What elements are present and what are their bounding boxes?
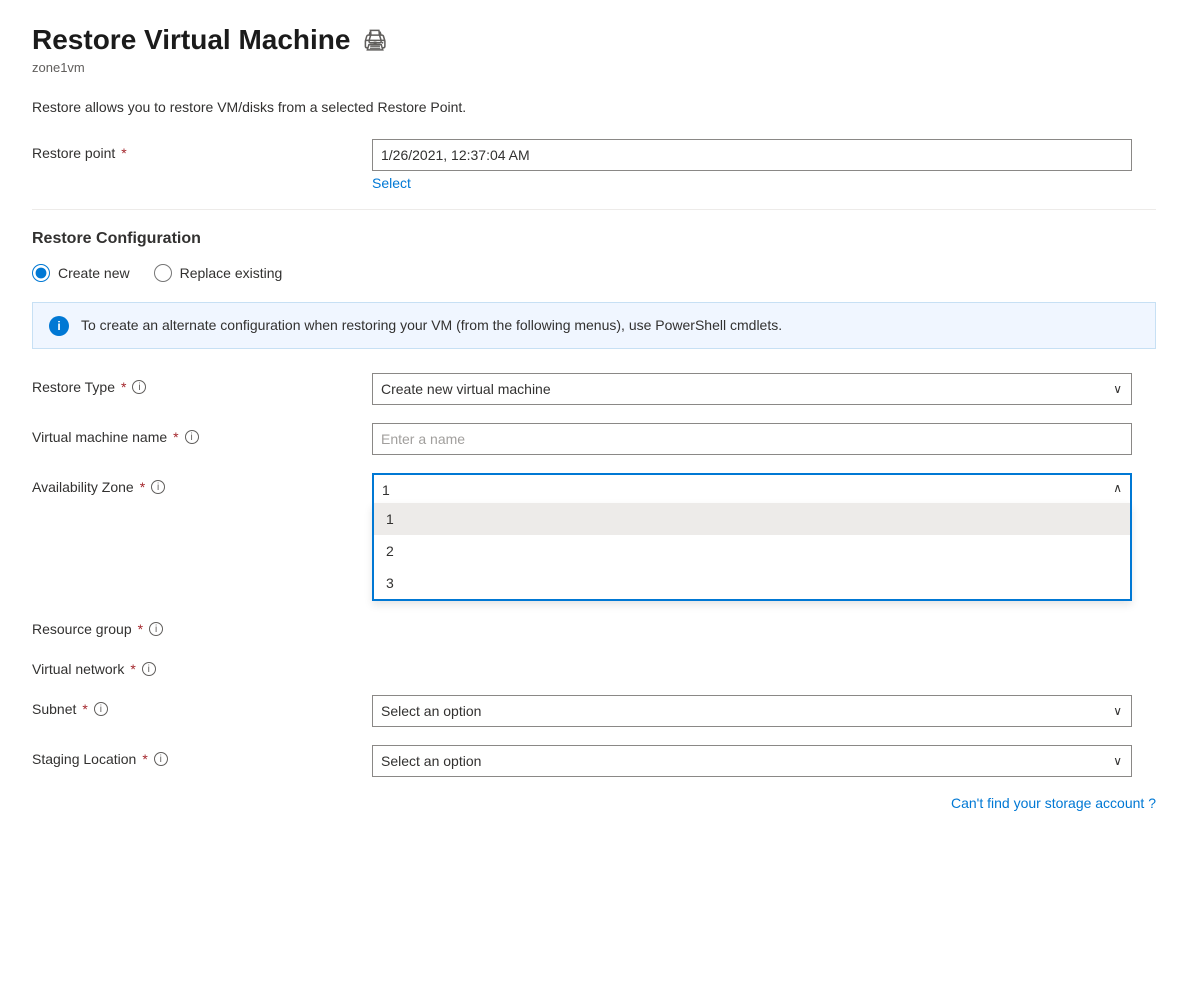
staging-location-info-icon[interactable]: i: [154, 752, 168, 766]
restore-type-select[interactable]: Create new virtual machine Restore disks: [372, 373, 1132, 405]
staging-location-required: *: [142, 751, 147, 767]
vm-name-input[interactable]: [372, 423, 1132, 455]
subnet-info-icon[interactable]: i: [94, 702, 108, 716]
page-description: Restore allows you to restore VM/disks f…: [32, 99, 1156, 115]
radio-replace-existing-input[interactable]: [154, 264, 172, 282]
vm-name-control: [372, 423, 1132, 455]
vm-name-required: *: [173, 429, 178, 445]
availability-zone-dropdown-menu: 1 2 3: [372, 503, 1132, 601]
restore-type-select-wrapper: Create new virtual machine Restore disks…: [372, 373, 1132, 405]
radio-replace-existing[interactable]: Replace existing: [154, 264, 283, 282]
availability-zone-option-2[interactable]: 2: [374, 535, 1130, 567]
subnet-control: Select an option ∨: [372, 695, 1132, 727]
availability-zone-required: *: [140, 479, 145, 495]
divider-1: [32, 209, 1156, 210]
restore-type-radio-group: Create new Replace existing: [32, 264, 1156, 282]
bottom-link-row: Can't find your storage account ?: [32, 795, 1156, 811]
radio-create-new-label: Create new: [58, 265, 130, 281]
subnet-select[interactable]: Select an option: [372, 695, 1132, 727]
subnet-select-wrapper: Select an option ∨: [372, 695, 1132, 727]
restore-point-control: 1/26/2021, 12:37:04 AM Select: [372, 139, 1132, 191]
virtual-network-info-icon[interactable]: i: [142, 662, 156, 676]
restore-type-control: Create new virtual machine Restore disks…: [372, 373, 1132, 405]
virtual-network-row: Virtual network * i: [32, 655, 1156, 677]
restore-type-required: *: [121, 379, 126, 395]
virtual-network-label: Virtual network * i: [32, 655, 372, 677]
resource-group-row: Resource group * i: [32, 615, 1156, 637]
subnet-required: *: [82, 701, 87, 717]
vm-name-row: Virtual machine name * i: [32, 423, 1156, 455]
subnet-row: Subnet * i Select an option ∨: [32, 695, 1156, 727]
page-subtitle: zone1vm: [32, 60, 1156, 75]
restore-point-required: *: [121, 145, 126, 161]
vm-name-label: Virtual machine name * i: [32, 423, 372, 445]
info-banner-icon: i: [49, 316, 69, 336]
restore-point-label: Restore point *: [32, 139, 372, 161]
availability-zone-row: Availability Zone * i ∧ 1 2 3: [32, 473, 1156, 505]
info-banner: i To create an alternate configuration w…: [32, 302, 1156, 349]
staging-location-label: Staging Location * i: [32, 745, 372, 767]
resource-group-info-icon[interactable]: i: [149, 622, 163, 636]
availability-zone-option-1[interactable]: 1: [374, 503, 1130, 535]
cant-find-storage-link[interactable]: Can't find your storage account ?: [951, 795, 1156, 811]
subnet-label: Subnet * i: [32, 695, 372, 717]
print-icon[interactable]: 🖨: [362, 28, 387, 53]
availability-zone-label: Availability Zone * i: [32, 473, 372, 495]
staging-location-select[interactable]: Select an option: [372, 745, 1132, 777]
resource-group-required: *: [138, 621, 143, 637]
page-title-row: Restore Virtual Machine 🖨: [32, 24, 1156, 56]
restore-type-info-icon[interactable]: i: [132, 380, 146, 394]
restore-point-select-link[interactable]: Select: [372, 175, 411, 191]
restore-type-label: Restore Type * i: [32, 373, 372, 395]
availability-zone-info-icon[interactable]: i: [151, 480, 165, 494]
restore-config-title: Restore Configuration: [32, 230, 1156, 248]
info-banner-text: To create an alternate configuration whe…: [81, 315, 782, 336]
vm-name-info-icon[interactable]: i: [185, 430, 199, 444]
staging-location-control: Select an option ∨: [372, 745, 1132, 777]
availability-zone-control: ∧ 1 2 3: [372, 473, 1132, 505]
restore-configuration-section: Restore Configuration Create new Replace…: [32, 230, 1156, 349]
radio-create-new[interactable]: Create new: [32, 264, 130, 282]
radio-create-new-input[interactable]: [32, 264, 50, 282]
page-header: Restore Virtual Machine 🖨 zone1vm: [32, 24, 1156, 75]
resource-group-label: Resource group * i: [32, 615, 372, 637]
virtual-network-required: *: [130, 661, 135, 677]
availability-zone-option-3[interactable]: 3: [374, 567, 1130, 599]
restore-point-row: Restore point * 1/26/2021, 12:37:04 AM S…: [32, 139, 1156, 191]
staging-location-row: Staging Location * i Select an option ∨: [32, 745, 1156, 777]
restore-type-row: Restore Type * i Create new virtual mach…: [32, 373, 1156, 405]
availability-zone-input[interactable]: [372, 473, 1132, 505]
availability-zone-dropdown-wrapper: ∧ 1 2 3: [372, 473, 1132, 505]
page-title-text: Restore Virtual Machine: [32, 24, 350, 56]
staging-location-select-wrapper: Select an option ∨: [372, 745, 1132, 777]
radio-replace-existing-label: Replace existing: [180, 265, 283, 281]
restore-point-value: 1/26/2021, 12:37:04 AM: [372, 139, 1132, 171]
